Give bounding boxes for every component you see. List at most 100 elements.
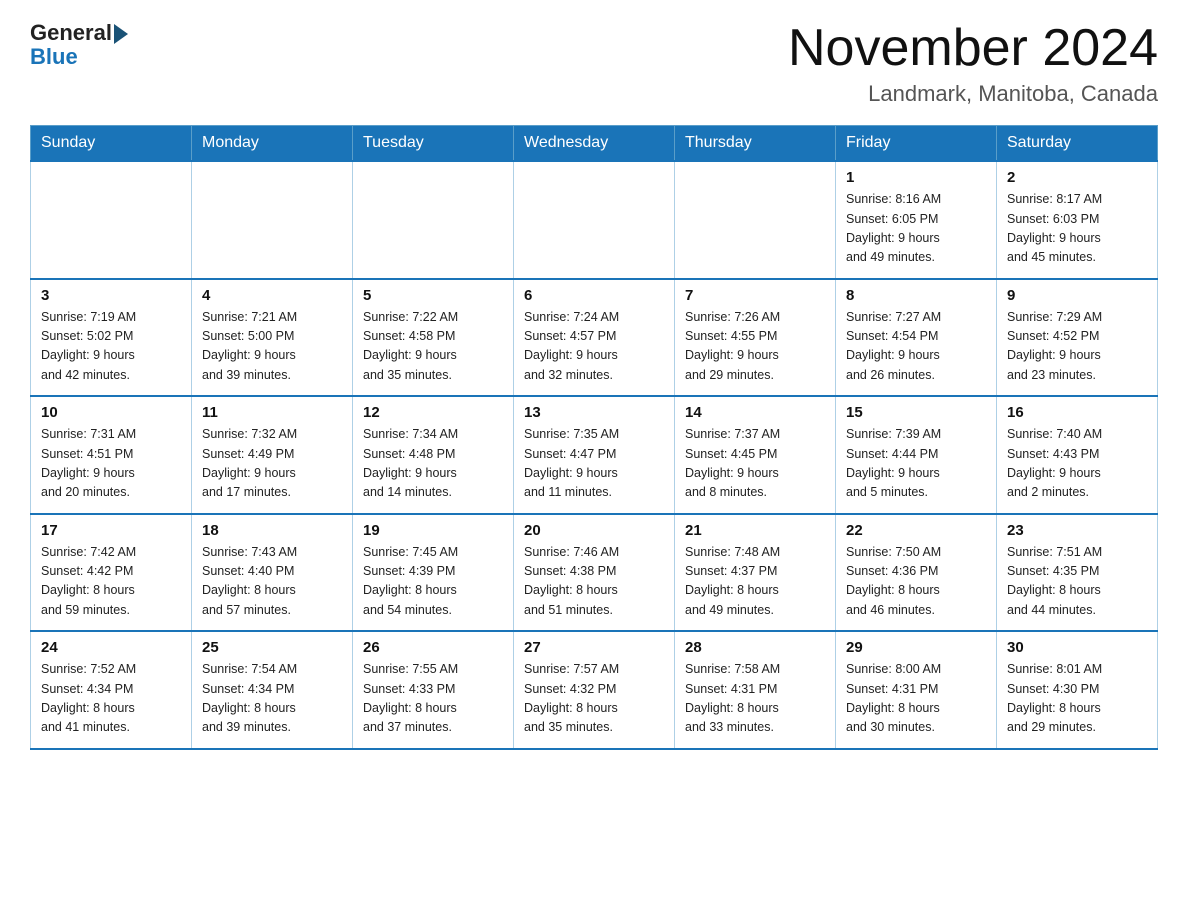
calendar-cell: 15 Sunrise: 7:39 AM Sunset: 4:44 PM Dayli… xyxy=(836,396,997,514)
logo: General Blue xyxy=(30,20,128,70)
day-info: Sunrise: 7:24 AM Sunset: 4:57 PM Dayligh… xyxy=(524,308,664,386)
day-number: 26 xyxy=(363,639,503,656)
day-number: 14 xyxy=(685,404,825,421)
calendar-week-row-1: 1Sunrise: 8:16 AM Sunset: 6:05 PM Daylig… xyxy=(31,161,1158,279)
calendar-cell: 18 Sunrise: 7:43 AM Sunset: 4:40 PM Dayli… xyxy=(192,514,353,632)
day-number: 25 xyxy=(202,639,342,656)
day-number: 23 xyxy=(1007,522,1147,539)
day-number: 5 xyxy=(363,287,503,304)
weekday-header-wednesday: Wednesday xyxy=(514,126,675,162)
day-number: 17 xyxy=(41,522,181,539)
weekday-header-sunday: Sunday xyxy=(31,126,192,162)
day-number: 9 xyxy=(1007,287,1147,304)
calendar-cell: 5 Sunrise: 7:22 AM Sunset: 4:58 PM Daylig… xyxy=(353,279,514,397)
day-info: Sunrise: 7:42 AM Sunset: 4:42 PM Dayligh… xyxy=(41,543,181,621)
calendar-cell: 2 Sunrise: 8:17 AM Sunset: 6:03 PM Daylig… xyxy=(997,161,1158,279)
day-info: Sunrise: 7:55 AM Sunset: 4:33 PM Dayligh… xyxy=(363,660,503,738)
calendar-cell: 27 Sunrise: 7:57 AM Sunset: 4:32 PM Dayli… xyxy=(514,631,675,749)
calendar-cell: 21Sunrise: 7:48 AM Sunset: 4:37 PM Dayli… xyxy=(675,514,836,632)
day-info: Sunrise: 7:22 AM Sunset: 4:58 PM Dayligh… xyxy=(363,308,503,386)
calendar-cell: 13Sunrise: 7:35 AM Sunset: 4:47 PM Dayli… xyxy=(514,396,675,514)
day-number: 24 xyxy=(41,639,181,656)
calendar-cell: 19 Sunrise: 7:45 AM Sunset: 4:39 PM Dayli… xyxy=(353,514,514,632)
calendar-cell: 11 Sunrise: 7:32 AM Sunset: 4:49 PM Dayli… xyxy=(192,396,353,514)
day-number: 4 xyxy=(202,287,342,304)
calendar-cell xyxy=(675,161,836,279)
day-info: Sunrise: 7:19 AM Sunset: 5:02 PM Dayligh… xyxy=(41,308,181,386)
day-info: Sunrise: 7:43 AM Sunset: 4:40 PM Dayligh… xyxy=(202,543,342,621)
day-info: Sunrise: 7:27 AM Sunset: 4:54 PM Dayligh… xyxy=(846,308,986,386)
day-number: 6 xyxy=(524,287,664,304)
day-info: Sunrise: 8:16 AM Sunset: 6:05 PM Dayligh… xyxy=(846,190,986,268)
day-number: 22 xyxy=(846,522,986,539)
day-info: Sunrise: 7:45 AM Sunset: 4:39 PM Dayligh… xyxy=(363,543,503,621)
day-number: 11 xyxy=(202,404,342,421)
weekday-header-friday: Friday xyxy=(836,126,997,162)
day-number: 27 xyxy=(524,639,664,656)
day-info: Sunrise: 8:01 AM Sunset: 4:30 PM Dayligh… xyxy=(1007,660,1147,738)
calendar-cell xyxy=(514,161,675,279)
calendar-week-row-5: 24 Sunrise: 7:52 AM Sunset: 4:34 PM Dayli… xyxy=(31,631,1158,749)
day-number: 10 xyxy=(41,404,181,421)
calendar-cell: 10 Sunrise: 7:31 AM Sunset: 4:51 PM Dayli… xyxy=(31,396,192,514)
logo-general-text: General xyxy=(30,20,112,46)
title-section: November 2024 Landmark, Manitoba, Canada xyxy=(788,20,1158,107)
calendar-cell: 28 Sunrise: 7:58 AM Sunset: 4:31 PM Dayli… xyxy=(675,631,836,749)
day-number: 2 xyxy=(1007,169,1147,186)
weekday-header-monday: Monday xyxy=(192,126,353,162)
calendar-cell: 9 Sunrise: 7:29 AM Sunset: 4:52 PM Daylig… xyxy=(997,279,1158,397)
logo-arrow-icon xyxy=(114,24,128,44)
calendar-cell: 16Sunrise: 7:40 AM Sunset: 4:43 PM Dayli… xyxy=(997,396,1158,514)
day-number: 19 xyxy=(363,522,503,539)
calendar-cell: 3 Sunrise: 7:19 AM Sunset: 5:02 PM Daylig… xyxy=(31,279,192,397)
logo-blue-text: Blue xyxy=(30,44,78,70)
calendar-cell: 30Sunrise: 8:01 AM Sunset: 4:30 PM Dayli… xyxy=(997,631,1158,749)
day-info: Sunrise: 7:54 AM Sunset: 4:34 PM Dayligh… xyxy=(202,660,342,738)
day-number: 7 xyxy=(685,287,825,304)
day-number: 28 xyxy=(685,639,825,656)
day-info: Sunrise: 7:21 AM Sunset: 5:00 PM Dayligh… xyxy=(202,308,342,386)
calendar-cell xyxy=(31,161,192,279)
calendar-cell: 12Sunrise: 7:34 AM Sunset: 4:48 PM Dayli… xyxy=(353,396,514,514)
day-info: Sunrise: 7:50 AM Sunset: 4:36 PM Dayligh… xyxy=(846,543,986,621)
day-number: 8 xyxy=(846,287,986,304)
calendar-cell: 7Sunrise: 7:26 AM Sunset: 4:55 PM Daylig… xyxy=(675,279,836,397)
day-info: Sunrise: 7:34 AM Sunset: 4:48 PM Dayligh… xyxy=(363,425,503,503)
day-number: 21 xyxy=(685,522,825,539)
calendar-cell xyxy=(192,161,353,279)
calendar-cell: 1Sunrise: 8:16 AM Sunset: 6:05 PM Daylig… xyxy=(836,161,997,279)
weekday-header-tuesday: Tuesday xyxy=(353,126,514,162)
page-header: General Blue November 2024 Landmark, Man… xyxy=(30,20,1158,107)
calendar-cell: 6 Sunrise: 7:24 AM Sunset: 4:57 PM Daylig… xyxy=(514,279,675,397)
day-number: 20 xyxy=(524,522,664,539)
calendar-cell: 14 Sunrise: 7:37 AM Sunset: 4:45 PM Dayli… xyxy=(675,396,836,514)
day-info: Sunrise: 7:29 AM Sunset: 4:52 PM Dayligh… xyxy=(1007,308,1147,386)
day-info: Sunrise: 7:31 AM Sunset: 4:51 PM Dayligh… xyxy=(41,425,181,503)
calendar-cell: 23Sunrise: 7:51 AM Sunset: 4:35 PM Dayli… xyxy=(997,514,1158,632)
calendar-cell: 4 Sunrise: 7:21 AM Sunset: 5:00 PM Daylig… xyxy=(192,279,353,397)
day-number: 18 xyxy=(202,522,342,539)
weekday-header-thursday: Thursday xyxy=(675,126,836,162)
day-info: Sunrise: 7:37 AM Sunset: 4:45 PM Dayligh… xyxy=(685,425,825,503)
calendar-cell: 26 Sunrise: 7:55 AM Sunset: 4:33 PM Dayli… xyxy=(353,631,514,749)
day-info: Sunrise: 7:52 AM Sunset: 4:34 PM Dayligh… xyxy=(41,660,181,738)
month-title: November 2024 xyxy=(788,20,1158,77)
calendar-cell: 17 Sunrise: 7:42 AM Sunset: 4:42 PM Dayli… xyxy=(31,514,192,632)
location-subtitle: Landmark, Manitoba, Canada xyxy=(788,81,1158,107)
day-number: 16 xyxy=(1007,404,1147,421)
day-info: Sunrise: 7:57 AM Sunset: 4:32 PM Dayligh… xyxy=(524,660,664,738)
day-info: Sunrise: 7:32 AM Sunset: 4:49 PM Dayligh… xyxy=(202,425,342,503)
day-number: 3 xyxy=(41,287,181,304)
day-info: Sunrise: 7:58 AM Sunset: 4:31 PM Dayligh… xyxy=(685,660,825,738)
day-number: 29 xyxy=(846,639,986,656)
calendar-cell: 20 Sunrise: 7:46 AM Sunset: 4:38 PM Dayli… xyxy=(514,514,675,632)
calendar-cell: 22 Sunrise: 7:50 AM Sunset: 4:36 PM Dayli… xyxy=(836,514,997,632)
calendar-table: SundayMondayTuesdayWednesdayThursdayFrid… xyxy=(30,125,1158,750)
calendar-cell xyxy=(353,161,514,279)
calendar-week-row-4: 17 Sunrise: 7:42 AM Sunset: 4:42 PM Dayli… xyxy=(31,514,1158,632)
day-info: Sunrise: 7:46 AM Sunset: 4:38 PM Dayligh… xyxy=(524,543,664,621)
day-info: Sunrise: 7:39 AM Sunset: 4:44 PM Dayligh… xyxy=(846,425,986,503)
day-number: 15 xyxy=(846,404,986,421)
day-info: Sunrise: 8:17 AM Sunset: 6:03 PM Dayligh… xyxy=(1007,190,1147,268)
calendar-week-row-2: 3 Sunrise: 7:19 AM Sunset: 5:02 PM Daylig… xyxy=(31,279,1158,397)
